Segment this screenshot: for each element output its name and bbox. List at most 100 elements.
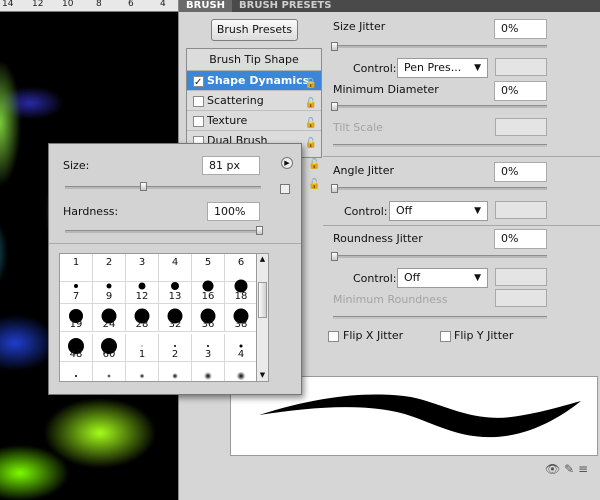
size-jitter-slider-thumb[interactable] [331, 42, 338, 51]
scroll-thumb[interactable] [258, 282, 267, 318]
roundness-jitter-field[interactable]: 0% [494, 229, 547, 249]
brush-tip-cell[interactable] [93, 362, 126, 381]
roundness-fade-field[interactable] [495, 268, 547, 286]
angle-control-select[interactable]: Off ▼ [389, 201, 488, 221]
select-value: Off [396, 204, 413, 217]
brush-tip-cell[interactable] [159, 362, 192, 381]
select-value: Pen Pres... [404, 61, 462, 74]
new-preset-icon[interactable] [280, 184, 290, 194]
roundness-jitter-label: Roundness Jitter [333, 232, 423, 245]
control-label: Control: [353, 272, 397, 285]
brush-tip-cell[interactable]: 12 [126, 276, 159, 304]
size-field[interactable]: 81 px [202, 156, 260, 175]
brush-tip-cell[interactable]: 38 [225, 304, 256, 332]
hardness-field[interactable]: 100% [207, 202, 260, 221]
ruler-label: 12 [32, 0, 44, 9]
minimum-diameter-slider[interactable] [333, 105, 547, 108]
hardness-slider-thumb[interactable] [256, 226, 263, 235]
brush-tip-cell[interactable] [60, 362, 93, 381]
angle-jitter-field[interactable]: 0% [494, 162, 547, 182]
eye-icon[interactable]: 👁 [545, 462, 560, 476]
ruler-label: 14 [2, 0, 14, 9]
list-item-scattering[interactable]: Scattering 🔓 [187, 91, 321, 111]
brush-tip-shape-item[interactable]: Brush Tip Shape [187, 49, 321, 71]
tab-brush[interactable]: BRUSH [179, 0, 233, 12]
brush-tip-cell[interactable]: 28 [126, 304, 159, 332]
angle-jitter-slider[interactable] [333, 187, 547, 190]
brush-tip-cell[interactable]: 24 [93, 304, 126, 332]
minimum-roundness-slider [333, 316, 547, 319]
list-item-texture[interactable]: Texture 🔓 [187, 111, 321, 131]
tilt-scale-slider [333, 144, 547, 147]
roundness-control-select[interactable]: Off ▼ [397, 268, 488, 288]
tab-brush-presets[interactable]: BRUSH PRESETS [232, 0, 338, 12]
brush-tip-cell[interactable]: 9 [93, 276, 126, 304]
brush-tip-cell[interactable] [192, 362, 225, 381]
lock-icon[interactable]: 🔓 [305, 134, 317, 154]
brush-tip-cell[interactable]: 2 [159, 334, 192, 362]
brush-presets-button[interactable]: Brush Presets [211, 19, 298, 41]
list-item-label: Shape Dynamics [207, 74, 310, 87]
minimum-roundness-field [495, 289, 547, 307]
minimum-diameter-label: Minimum Diameter [333, 83, 439, 96]
size-slider[interactable] [65, 186, 261, 189]
shape-dynamics-checkbox[interactable] [193, 73, 204, 93]
brush-tip-cell[interactable]: 36 [192, 304, 225, 332]
brush-tip-cell[interactable]: 32 [159, 304, 192, 332]
size-control-select[interactable]: Pen Pres... ▼ [397, 58, 488, 78]
brush-picker-popup: Size: 81 px ▶ Hardness: 100% 1 2 3 4 5 6… [48, 143, 302, 395]
dropdown-arrow-icon: ▼ [474, 63, 481, 73]
lock-icon[interactable]: 🔓 [308, 179, 320, 190]
popup-menu-icon[interactable]: ▶ [281, 157, 293, 169]
minimum-diameter-slider-thumb[interactable] [331, 102, 338, 111]
flip-x-label: Flip X Jitter [343, 329, 404, 342]
lock-icon[interactable]: 🔓 [308, 159, 320, 170]
fade-steps-field[interactable] [495, 58, 547, 76]
hardness-label: Hardness: [63, 205, 119, 218]
panel-tabbar: BRUSH BRUSH PRESETS [179, 0, 600, 12]
size-jitter-slider[interactable] [333, 45, 547, 48]
dropdown-arrow-icon: ▼ [474, 273, 481, 283]
size-jitter-field[interactable]: 0% [494, 19, 547, 39]
ruler-label: 10 [62, 0, 74, 9]
brush-tip-cell[interactable]: 13 [159, 276, 192, 304]
angle-fade-field[interactable] [495, 201, 547, 219]
brush-tip-cell[interactable]: 19 [60, 304, 93, 332]
scroll-up-icon[interactable]: ▲ [257, 254, 268, 265]
roundness-jitter-slider-thumb[interactable] [331, 252, 338, 261]
angle-jitter-label: Angle Jitter [333, 164, 395, 177]
brush-tip-cell[interactable]: 48 [60, 334, 93, 362]
flip-y-label: Flip Y Jitter [454, 329, 514, 342]
size-slider-thumb[interactable] [140, 182, 147, 191]
brush-tip-cell[interactable]: 3 [192, 334, 225, 362]
minimum-diameter-field[interactable]: 0% [494, 81, 547, 101]
brush-tip-cell[interactable] [225, 362, 256, 381]
panel-menu-icon[interactable]: ≡ [578, 462, 588, 476]
list-item-shape-dynamics[interactable]: Shape Dynamics 🔒 [187, 71, 321, 93]
brush-tip-cell[interactable]: 1 [126, 334, 159, 362]
flip-y-checkbox[interactable] [440, 331, 451, 342]
brush-tip-cell[interactable]: 60 [93, 334, 126, 362]
select-value: Off [404, 271, 421, 284]
control-label: Control: [344, 205, 388, 218]
size-jitter-label: Size Jitter [333, 20, 386, 33]
brush-tip-cell[interactable]: 4 [225, 334, 256, 362]
angle-jitter-slider-thumb[interactable] [331, 184, 338, 193]
control-label: Control: [353, 62, 397, 75]
brush-grid-scrollbar[interactable]: ▲ ▼ [257, 253, 269, 382]
brush-tip-cell[interactable]: 18 [225, 276, 256, 304]
brush-tip-cell[interactable] [126, 362, 159, 381]
brush-tip-grid: 1 2 3 4 5 6 7 9 12 13 16 18 19 24 28 32 … [59, 253, 257, 382]
texture-checkbox[interactable] [193, 116, 204, 127]
tilt-scale-label: Tilt Scale [333, 121, 383, 134]
roundness-jitter-slider[interactable] [333, 255, 547, 258]
ruler-label: 8 [96, 0, 102, 9]
scattering-checkbox[interactable] [193, 96, 204, 107]
brush-tip-cell[interactable]: 16 [192, 276, 225, 304]
hardness-slider[interactable] [65, 230, 261, 233]
brush-toggle-icon[interactable]: ✎ [564, 462, 574, 476]
divider [323, 225, 600, 226]
brush-tip-cell[interactable]: 7 [60, 276, 93, 304]
scroll-down-icon[interactable]: ▼ [257, 370, 268, 381]
flip-x-checkbox[interactable] [328, 331, 339, 342]
